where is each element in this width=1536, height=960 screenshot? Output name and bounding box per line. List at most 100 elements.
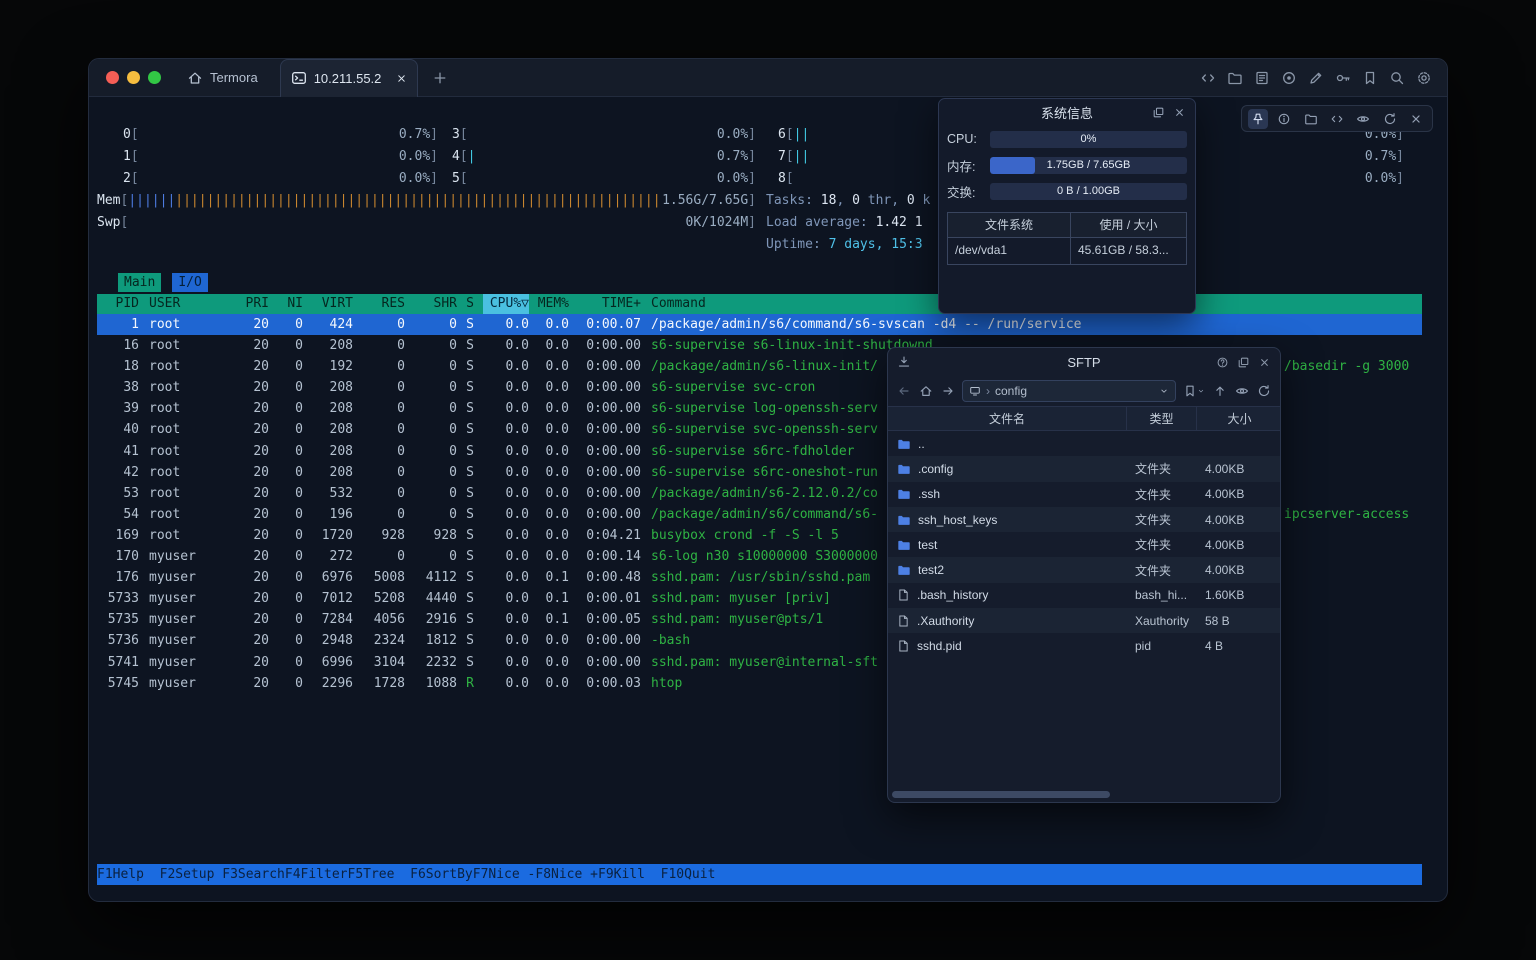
cpu-cell: 0.0: [483, 483, 529, 504]
column-header-res[interactable]: RES: [353, 294, 405, 314]
pin-button[interactable]: [1248, 109, 1268, 129]
snippets-button[interactable]: [1327, 109, 1347, 129]
column-header-mem[interactable]: MEM%: [529, 294, 569, 314]
edit-button[interactable]: [1308, 70, 1324, 86]
time-cell: 0:00.00: [569, 462, 641, 483]
search-button[interactable]: [1389, 70, 1405, 86]
fkey-f5[interactable]: F5Tree: [348, 864, 411, 885]
column-header-pid[interactable]: PID: [97, 294, 139, 314]
pid-cell: 39: [97, 398, 139, 419]
files-button[interactable]: [1301, 109, 1321, 129]
horizontal-scrollbar[interactable]: [890, 791, 1278, 799]
fkey-f1[interactable]: F1Help: [97, 864, 160, 885]
file-row[interactable]: .bash_historybash_hi...1.60KB: [888, 583, 1280, 608]
shr-cell: 4112: [405, 567, 457, 588]
folder-button[interactable]: [1227, 70, 1243, 86]
column-header-time[interactable]: TIME+: [569, 294, 641, 314]
column-header-cpu[interactable]: CPU%▽: [483, 294, 529, 314]
parent-directory-button[interactable]: [1212, 383, 1228, 399]
shr-cell: 1088: [405, 673, 457, 694]
tab-home[interactable]: Termora: [177, 59, 268, 97]
fkey-f6[interactable]: F6SortBy: [410, 864, 473, 885]
shr-cell: 0: [405, 483, 457, 504]
tab-close-icon[interactable]: [396, 73, 407, 84]
minimize-window-button[interactable]: [127, 71, 140, 84]
user-cell: root: [139, 525, 239, 546]
record-button[interactable]: [1281, 70, 1297, 86]
traffic-lights: [89, 71, 173, 84]
file-type-cell: 文件夹: [1127, 460, 1197, 477]
pid-cell: 5733: [97, 588, 139, 609]
time-cell: 0:00.00: [569, 335, 641, 356]
close-quickbar-button[interactable]: [1406, 109, 1426, 129]
new-tab-button[interactable]: [432, 70, 448, 86]
fkey-f2[interactable]: F2Setup: [160, 864, 223, 885]
settings-button[interactable]: [1416, 70, 1432, 86]
close-panel-button[interactable]: [1173, 106, 1186, 119]
mem-cell: 0.0: [529, 504, 569, 525]
column-header-user[interactable]: USER: [139, 294, 239, 314]
back-button[interactable]: [896, 383, 912, 399]
sftp-column-header[interactable]: 大小: [1197, 407, 1281, 430]
detach-panel-button[interactable]: [1152, 106, 1165, 119]
file-row[interactable]: sshd.pidpid4 B: [888, 633, 1280, 658]
close-icon: [1173, 106, 1186, 119]
fs-table-row[interactable]: /dev/vda145.61GB / 58.3...: [948, 238, 1186, 264]
bookmarks-button[interactable]: [1182, 383, 1206, 399]
monitor-button[interactable]: [1353, 109, 1373, 129]
zoom-window-button[interactable]: [148, 71, 161, 84]
sftp-column-header[interactable]: 文件名: [888, 407, 1127, 430]
column-header-shr[interactable]: SHR: [405, 294, 457, 314]
fkey-f7[interactable]: F7Nice -: [473, 864, 536, 885]
file-name: test: [918, 538, 937, 552]
log-button[interactable]: [1254, 70, 1270, 86]
file-row[interactable]: ssh_host_keys文件夹4.00KB: [888, 507, 1280, 532]
column-header-ni[interactable]: NI: [269, 294, 303, 314]
sftp-refresh-button[interactable]: [1256, 383, 1272, 399]
fkey-f10[interactable]: F10Quit: [661, 864, 731, 885]
refresh-button[interactable]: [1380, 109, 1400, 129]
file-row[interactable]: .config文件夹4.00KB: [888, 456, 1280, 481]
tab-session[interactable]: 10.211.55.2: [280, 59, 418, 97]
shr-cell: 0: [405, 462, 457, 483]
file-row[interactable]: ..: [888, 431, 1280, 456]
sftp-help-button[interactable]: [1216, 356, 1229, 369]
sftp-home-button[interactable]: [918, 383, 934, 399]
path-breadcrumb[interactable]: › config: [962, 380, 1176, 402]
process-row[interactable]: 1root20042400S0.00.00:00.07/package/admi…: [97, 314, 1422, 335]
res-cell: 5208: [353, 588, 405, 609]
htop-tab-io[interactable]: I/O: [172, 273, 207, 292]
fkey-f9[interactable]: F9Kill: [598, 864, 661, 885]
pid-cell: 169: [97, 525, 139, 546]
column-header-pri[interactable]: PRI: [239, 294, 269, 314]
show-hidden-button[interactable]: [1234, 383, 1250, 399]
scrollbar-thumb[interactable]: [892, 791, 1110, 798]
column-header-s[interactable]: S: [457, 294, 483, 314]
htop-tab-main[interactable]: Main: [118, 273, 161, 292]
fkey-f3[interactable]: F3Search: [222, 864, 285, 885]
res-cell: 0: [353, 314, 405, 335]
fkey-f4[interactable]: F4Filter: [285, 864, 348, 885]
pid-cell: 41: [97, 441, 139, 462]
pid-cell: 38: [97, 377, 139, 398]
file-row[interactable]: test2文件夹4.00KB: [888, 557, 1280, 582]
sftp-close-button[interactable]: [1258, 356, 1271, 369]
sftp-detach-button[interactable]: [1237, 356, 1250, 369]
file-row[interactable]: .ssh文件夹4.00KB: [888, 482, 1280, 507]
info-button[interactable]: [1274, 109, 1294, 129]
pri-cell: 20: [239, 419, 269, 440]
bookmark-button[interactable]: [1362, 70, 1378, 86]
forward-button[interactable]: [940, 383, 956, 399]
command-tail: /basedir -g 3000: [1284, 356, 1409, 377]
shr-cell: 0: [405, 314, 457, 335]
close-window-button[interactable]: [106, 71, 119, 84]
column-header-virt[interactable]: VIRT: [303, 294, 353, 314]
res-cell: 0: [353, 483, 405, 504]
fkey-f8[interactable]: F8Nice +: [535, 864, 598, 885]
sysinfo-meter-row: 内存:1.75GB / 7.65GB: [939, 152, 1195, 178]
key-button[interactable]: [1335, 70, 1351, 86]
file-row[interactable]: .XauthorityXauthority58 B: [888, 608, 1280, 633]
code-button[interactable]: [1200, 70, 1216, 86]
file-row[interactable]: test文件夹4.00KB: [888, 532, 1280, 557]
sftp-column-header[interactable]: 类型: [1127, 407, 1197, 430]
